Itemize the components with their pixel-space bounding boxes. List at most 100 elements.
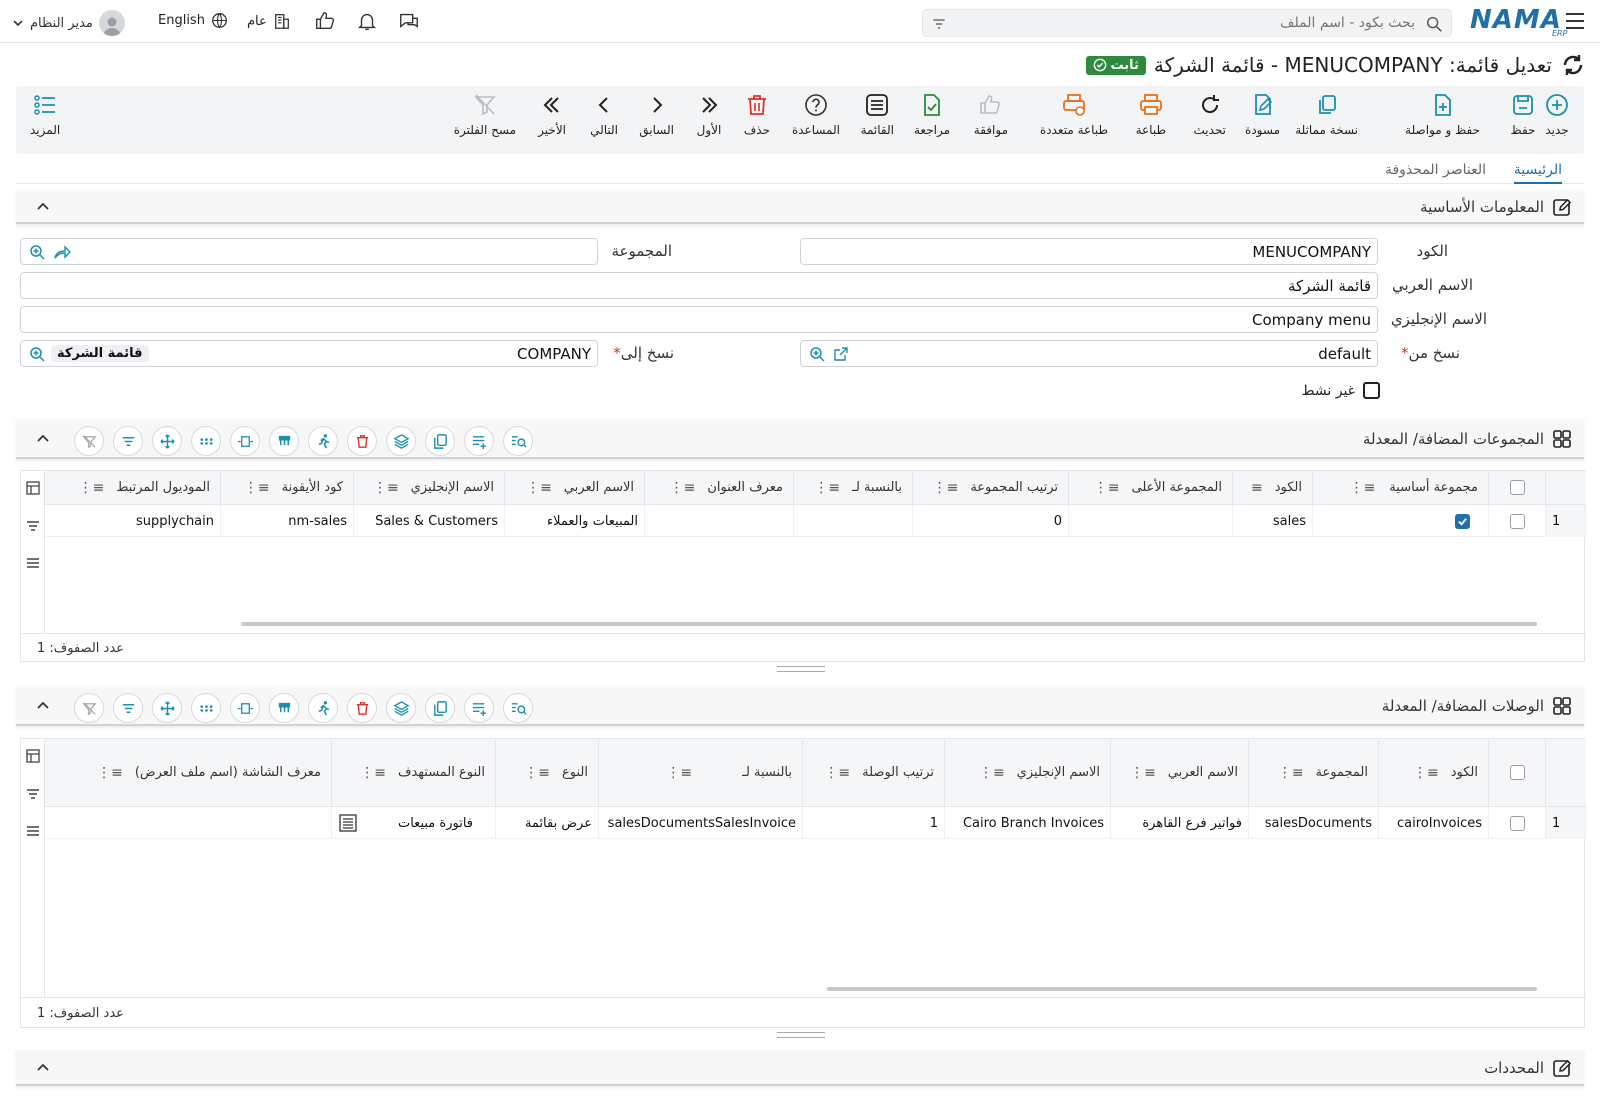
groups-section-header[interactable]: المجموعات المضافة/ المعدلة	[16, 419, 1584, 459]
filter-icon[interactable]	[26, 787, 40, 801]
group-cell[interactable]: salesDocuments	[1249, 807, 1379, 839]
col-header[interactable]: ⋮ ≡ مجموعة أساسية	[1313, 471, 1489, 505]
determinants-section-header[interactable]: المحددات	[16, 1050, 1584, 1086]
layers-mini-button[interactable]	[386, 693, 416, 723]
copy-mini-button[interactable]	[425, 426, 455, 456]
col-header[interactable]: ⋮ ≡ الاسم الإنجليزي	[354, 471, 505, 505]
filter-mini-button[interactable]	[113, 693, 143, 723]
col-header[interactable]: ⋮ ≡ المجموعة	[1249, 739, 1379, 807]
clear-filter-button[interactable]: مسح الفلترة	[454, 92, 516, 137]
help-button[interactable]: المساعدة	[792, 92, 840, 137]
module-cell[interactable]: supplychain	[45, 505, 221, 537]
search-list-mini-button[interactable]	[503, 426, 533, 456]
search-input[interactable]	[975, 13, 1415, 33]
add-row-mini-button[interactable]	[464, 426, 494, 456]
search-list-mini-button[interactable]	[503, 693, 533, 723]
row-select-checkbox[interactable]	[1509, 513, 1525, 529]
dots-mini-button[interactable]	[191, 426, 221, 456]
last-button[interactable]: الأخير	[538, 92, 566, 137]
fit-columns-mini-button[interactable]	[230, 693, 260, 723]
table-icon[interactable]	[26, 481, 40, 495]
language-switch[interactable]: English	[158, 12, 228, 29]
order-cell[interactable]: 1	[803, 807, 945, 839]
copy-mini-button[interactable]	[425, 693, 455, 723]
chevron-up-icon[interactable]	[34, 1059, 52, 1077]
clear-filter-mini-button[interactable]	[74, 693, 104, 723]
external-link-icon[interactable]	[833, 346, 849, 362]
inactive-checkbox[interactable]: غير نشط	[1302, 382, 1380, 399]
multi-print-button[interactable]: طباعة متعددة	[1040, 92, 1108, 137]
col-header[interactable]: ⋮ ≡ الاسم الإنجليزي	[945, 739, 1111, 807]
delete-button[interactable]: حذف	[744, 92, 770, 137]
col-header[interactable]: ⋮ ≡ النوع المستهدف	[332, 739, 496, 807]
code-cell[interactable]: sales	[1233, 505, 1313, 537]
base-group-checkbox[interactable]	[1455, 513, 1470, 529]
for-cell[interactable]: salesDocumentsSalesInvoice	[599, 807, 803, 839]
refresh-button[interactable]: تحديث	[1193, 92, 1226, 137]
more-button[interactable]: المزيد	[30, 92, 60, 137]
code-cell[interactable]: cairoInvoices	[1379, 807, 1489, 839]
tab-deleted[interactable]: العناصر المحذوفة	[1385, 162, 1486, 178]
col-header[interactable]: ⋮ ≡ الموديول المرتبط	[45, 471, 221, 505]
basic-info-header[interactable]: المعلومات الأساسية	[16, 190, 1584, 224]
col-header[interactable]: ⋮ ≡ كود الأيقونة	[221, 471, 354, 505]
review-button[interactable]: مراجعة	[914, 92, 950, 137]
col-header[interactable]: ⋮ ≡ ترتيب الوصلة	[803, 739, 945, 807]
arabic-name-field[interactable]: قائمة الشركة	[20, 272, 1378, 299]
copy-to-field[interactable]: قائمة الشركة COMPANY	[20, 340, 598, 367]
arabic-cell[interactable]: فواتير فرع القاهرة	[1111, 807, 1249, 839]
col-header[interactable]: ⋮ ≡ معرف العنوان	[645, 471, 794, 505]
delete-mini-button[interactable]	[347, 693, 377, 723]
col-header[interactable]: ≡ الكود	[1233, 471, 1313, 505]
col-header[interactable]: ⋮ ≡ ترتيب المجموعة	[913, 471, 1069, 505]
screen-id-cell[interactable]	[45, 807, 332, 839]
filter-mini-button[interactable]	[113, 426, 143, 456]
row-select-checkbox[interactable]	[1509, 815, 1525, 831]
bell-icon[interactable]	[356, 10, 378, 32]
copy-from-field[interactable]: default	[800, 340, 1378, 367]
brand-logo[interactable]: NAMA ERP	[1470, 5, 1567, 38]
menu-icon[interactable]	[26, 556, 40, 570]
table-row[interactable]: 1 cairoInvoices salesDocuments فواتير فر…	[45, 807, 1586, 839]
links-section-header[interactable]: الوصلات المضافة/ المعدلة	[16, 686, 1584, 726]
save-continue-button[interactable]: حفظ و مواصلة	[1405, 92, 1480, 137]
save-button[interactable]: حفظ	[1510, 92, 1536, 137]
table-row[interactable]: 1 sales 0 المبيعات والعملاء Sales & Cust…	[45, 505, 1586, 537]
select-all-checkbox[interactable]	[1509, 480, 1525, 495]
group-field[interactable]	[20, 238, 598, 265]
layers-mini-button[interactable]	[386, 426, 416, 456]
move-mini-button[interactable]	[152, 426, 182, 456]
col-header[interactable]: ⋮ ≡ بالنسبة لـ	[599, 739, 803, 807]
filter-icon[interactable]	[26, 519, 40, 533]
select-all-checkbox[interactable]	[1509, 765, 1525, 780]
english-cell[interactable]: Cairo Branch Invoices	[945, 807, 1111, 839]
dots-mini-button[interactable]	[191, 693, 221, 723]
filter-icon[interactable]	[931, 16, 947, 32]
hierarchy-mini-button[interactable]	[269, 426, 299, 456]
base-group-cell[interactable]	[1313, 505, 1489, 537]
search-plus-icon[interactable]	[29, 244, 47, 260]
next-button[interactable]: التالي	[590, 92, 618, 137]
search-plus-icon[interactable]	[809, 346, 827, 362]
chevron-up-icon[interactable]	[34, 697, 52, 715]
col-header[interactable]: ⋮ ≡ النوع	[496, 739, 599, 807]
horizontal-scrollbar[interactable]	[827, 987, 1537, 991]
run-mini-button[interactable]	[308, 693, 338, 723]
col-header[interactable]: ⋮ ≡ الاسم العربي	[505, 471, 645, 505]
title-id-cell[interactable]	[645, 505, 794, 537]
type-cell[interactable]: عرض بقائمة	[496, 807, 599, 839]
english-cell[interactable]: Sales & Customers	[354, 505, 505, 537]
run-mini-button[interactable]	[308, 426, 338, 456]
icon-code-cell[interactable]: nm-sales	[221, 505, 354, 537]
resize-handle[interactable]	[777, 666, 825, 672]
chevron-up-icon[interactable]	[34, 430, 52, 448]
global-search[interactable]	[922, 9, 1452, 37]
col-header[interactable]: ⋮ ≡ بالنسبة لـ	[794, 471, 913, 505]
inactive-checkbox-box[interactable]	[1363, 382, 1380, 399]
share-icon[interactable]	[53, 244, 71, 260]
hierarchy-mini-button[interactable]	[269, 693, 299, 723]
order-cell[interactable]: 0	[913, 505, 1069, 537]
branch-switch[interactable]: عام	[247, 12, 291, 30]
table-icon[interactable]	[26, 749, 40, 763]
menu-icon[interactable]	[26, 824, 40, 838]
